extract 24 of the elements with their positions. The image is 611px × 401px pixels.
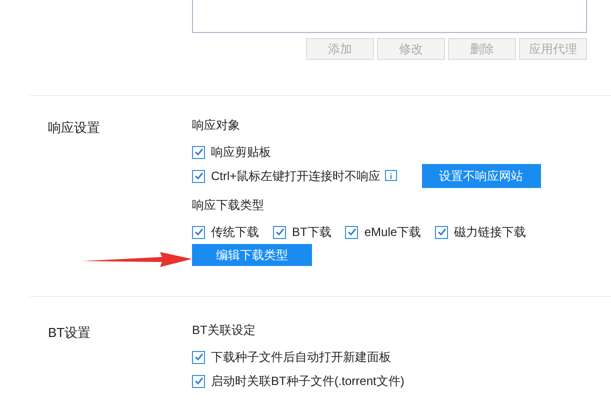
checkbox-label: 下载种子文件后自动打开新建面板: [211, 349, 391, 366]
checkbox[interactable]: [345, 226, 358, 238]
checkbox-label: BT下载: [292, 224, 332, 241]
checkbox-label: 启动时关联BT种子文件(.torrent文件): [211, 373, 404, 390]
checkbox[interactable]: [192, 226, 205, 238]
checkbox[interactable]: [192, 350, 205, 364]
group-heading: 响应对象: [192, 117, 241, 134]
checkbox-label: 磁力链接下载: [454, 224, 526, 241]
checkbox-label: Ctrl+鼠标左键打开连接时不响应: [211, 168, 381, 185]
section-title: BT设置: [48, 324, 91, 342]
checkbox[interactable]: [192, 170, 205, 182]
checkbox-label: eMule下载: [364, 224, 422, 241]
checkbox[interactable]: [435, 226, 448, 238]
info-icon[interactable]: [384, 170, 397, 182]
checkbox-label: 响应剪贴板: [211, 144, 271, 161]
checkbox[interactable]: [273, 226, 286, 238]
group-heading: BT关联设定: [192, 322, 256, 339]
edit-download-types-button[interactable]: 编辑下载类型: [192, 244, 312, 266]
section-title: 响应设置: [48, 119, 100, 137]
checkbox[interactable]: [192, 146, 205, 158]
checkbox-label: 传统下载: [211, 224, 259, 241]
no-response-sites-button[interactable]: 设置不响应网站: [422, 164, 541, 188]
group-heading: 响应下载类型: [192, 197, 265, 214]
checkbox[interactable]: [192, 374, 205, 388]
